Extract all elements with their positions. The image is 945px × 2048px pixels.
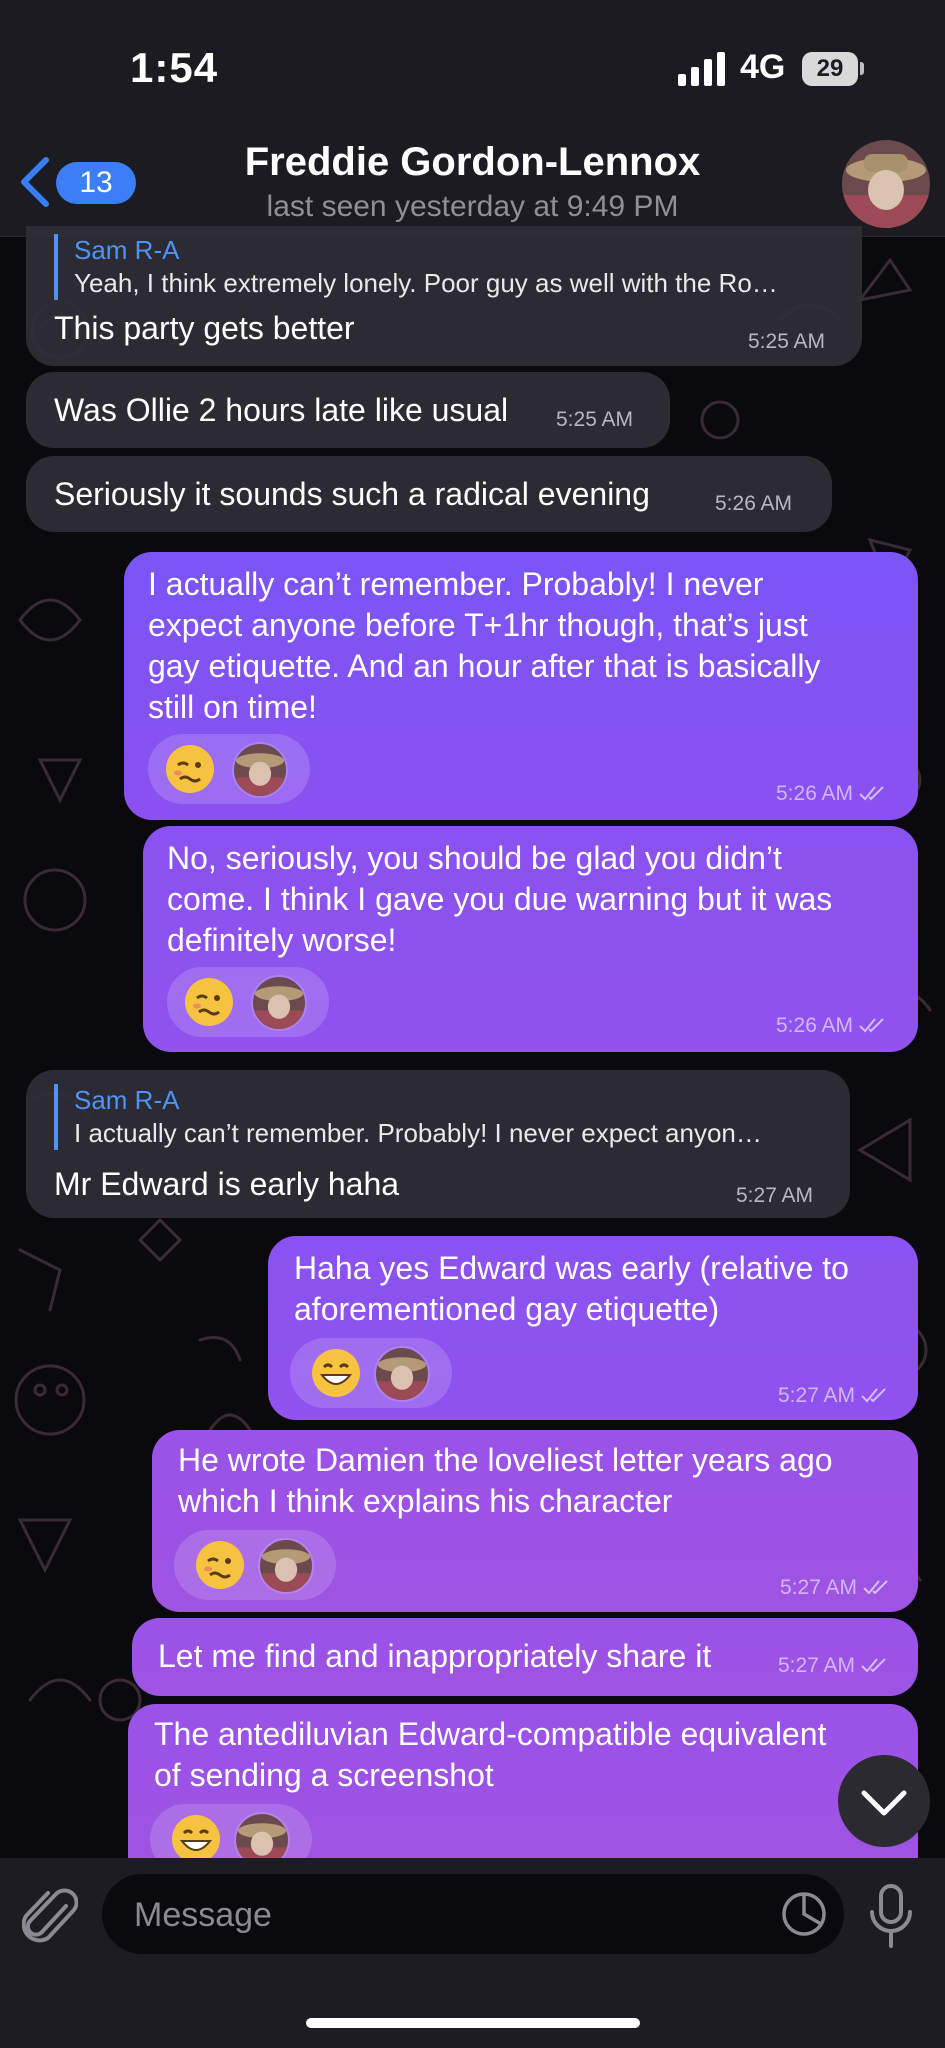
reactor-avatar — [251, 975, 307, 1031]
message-bubble-incoming[interactable]: Was Ollie 2 hours late like usual 5:25 A… — [26, 372, 670, 448]
message-bubble-incoming[interactable]: Sam R-A I actually can’t remember. Proba… — [26, 1070, 850, 1218]
message-bubble-outgoing[interactable]: I actually can’t remember. Probably! I n… — [124, 552, 918, 820]
double-check-icon — [861, 1388, 886, 1403]
last-seen-status: last seen yesterday at 9:49 PM — [266, 190, 679, 223]
chevron-left-icon — [21, 157, 49, 207]
message-bubble-outgoing[interactable]: Haha yes Edward was early (relative to a… — [268, 1236, 918, 1420]
grinning-face-emoji-icon — [172, 1815, 220, 1858]
contact-name[interactable]: Freddie Gordon-Lennox — [150, 140, 795, 185]
message-line: I actually can’t remember. Probably! I n… — [148, 566, 764, 602]
home-indicator — [306, 2018, 640, 2028]
message-line: Haha yes Edward was early (relative to — [294, 1250, 849, 1286]
message-text: Let me find and inappropriately share it — [158, 1638, 712, 1674]
message-line: come. I think I gave you due warning but… — [167, 881, 833, 917]
message-time-text: 5:26 AM — [776, 782, 854, 805]
message-composer — [0, 1858, 945, 2048]
message-line: definitely worse! — [167, 922, 397, 958]
message-text: Was Ollie 2 hours late like usual — [54, 392, 509, 428]
chat-header: 13 Freddie Gordon-Lennox last seen yeste… — [0, 130, 945, 237]
message-field[interactable] — [102, 1874, 844, 1956]
message-line: No, seriously, you should be glad you di… — [167, 840, 782, 876]
message-time: 5:27 AM — [780, 1576, 889, 1600]
reaction-chip[interactable] — [174, 1530, 336, 1600]
woozy-face-emoji-icon — [185, 978, 233, 1026]
contact-avatar[interactable] — [842, 140, 930, 228]
message-time: 5:27 AM — [778, 1384, 887, 1408]
message-line: which I think explains his character — [178, 1483, 673, 1519]
microphone-icon[interactable] — [866, 1882, 916, 1950]
message-bubble-outgoing[interactable]: No, seriously, you should be glad you di… — [143, 826, 918, 1052]
reply-author: Sam R-A — [74, 1085, 180, 1115]
message-input[interactable] — [132, 1874, 736, 1956]
message-time: 5:25 AM — [748, 330, 826, 353]
woozy-face-emoji-icon — [196, 1541, 244, 1589]
grinning-face-emoji-icon — [312, 1349, 360, 1397]
message-bubble-incoming[interactable]: Sam R-A Yeah, I think extremely lonely. … — [26, 226, 862, 366]
reply-snippet: Yeah, I think extremely lonely. Poor guy… — [74, 268, 778, 298]
message-line: expect anyone before T+1hr though, that’… — [148, 607, 808, 643]
network-type: 4G — [740, 48, 786, 86]
unread-count-badge: 13 — [56, 162, 136, 204]
message-line: still on time! — [148, 689, 317, 725]
reaction-chip[interactable] — [167, 967, 329, 1037]
message-time: 5:25 AM — [556, 408, 634, 431]
reactor-avatar — [258, 1538, 314, 1594]
message-time: 5:26 AM — [715, 492, 793, 515]
scroll-to-bottom-button[interactable] — [838, 1755, 930, 1847]
reactor-avatar — [234, 1812, 290, 1858]
message-bubble-outgoing[interactable]: The antediluvian Edward-compatible equiv… — [128, 1704, 918, 1858]
reaction-chip[interactable] — [148, 734, 310, 804]
message-time-text: 5:27 AM — [778, 1654, 856, 1677]
paperclip-icon[interactable] — [22, 1884, 78, 1950]
woozy-face-emoji-icon — [166, 745, 214, 793]
status-bar: 1:54 4G 29 — [0, 0, 945, 130]
reply-snippet: I actually can’t remember. Probably! I n… — [74, 1118, 762, 1148]
message-line: The antediluvian Edward-compatible equiv… — [154, 1716, 827, 1752]
message-bubble-outgoing[interactable]: He wrote Damien the loveliest letter yea… — [152, 1430, 918, 1612]
reaction-chip[interactable] — [290, 1338, 452, 1408]
message-time: 5:26 AM — [776, 1014, 885, 1038]
message-text: This party gets better — [54, 310, 355, 346]
reply-author: Sam R-A — [74, 235, 180, 265]
message-line: He wrote Damien the loveliest letter yea… — [178, 1442, 833, 1478]
message-bubble-outgoing[interactable]: Let me find and inappropriately share it… — [132, 1618, 918, 1696]
reactor-avatar — [232, 742, 288, 798]
back-button[interactable]: 13 — [16, 152, 136, 212]
double-check-icon — [859, 786, 884, 801]
double-check-icon — [859, 1018, 884, 1033]
reply-quote[interactable]: Sam R-A Yeah, I think extremely lonely. … — [54, 234, 864, 300]
battery-tip — [860, 62, 864, 75]
status-time: 1:54 — [130, 44, 219, 91]
message-bubble-incoming[interactable]: Seriously it sounds such a radical eveni… — [26, 456, 832, 532]
double-check-icon — [861, 1658, 886, 1673]
reactor-avatar — [374, 1346, 430, 1402]
message-time-text: 5:27 AM — [780, 1576, 858, 1599]
reply-quote[interactable]: Sam R-A I actually can’t remember. Proba… — [54, 1084, 854, 1150]
sticker-icon[interactable] — [780, 1890, 828, 1938]
double-check-icon — [863, 1580, 888, 1595]
message-time-text: 5:27 AM — [778, 1384, 856, 1407]
battery-icon: 29 — [802, 52, 858, 86]
message-line: gay etiquette. And an hour after that is… — [148, 648, 821, 684]
message-line: of sending a screenshot — [154, 1757, 494, 1793]
message-line: aforementioned gay etiquette) — [294, 1291, 720, 1327]
message-text: Seriously it sounds such a radical eveni… — [54, 476, 650, 512]
message-text: Mr Edward is early haha — [54, 1166, 400, 1202]
message-time: 5:27 AM — [736, 1184, 814, 1207]
message-time-text: 5:26 AM — [776, 1014, 854, 1037]
message-time: 5:26 AM — [776, 782, 885, 806]
reaction-chip[interactable] — [150, 1804, 312, 1858]
chevron-down-icon — [861, 1790, 907, 1816]
signal-strength-icon — [678, 52, 725, 86]
message-time: 5:27 AM — [778, 1654, 887, 1678]
